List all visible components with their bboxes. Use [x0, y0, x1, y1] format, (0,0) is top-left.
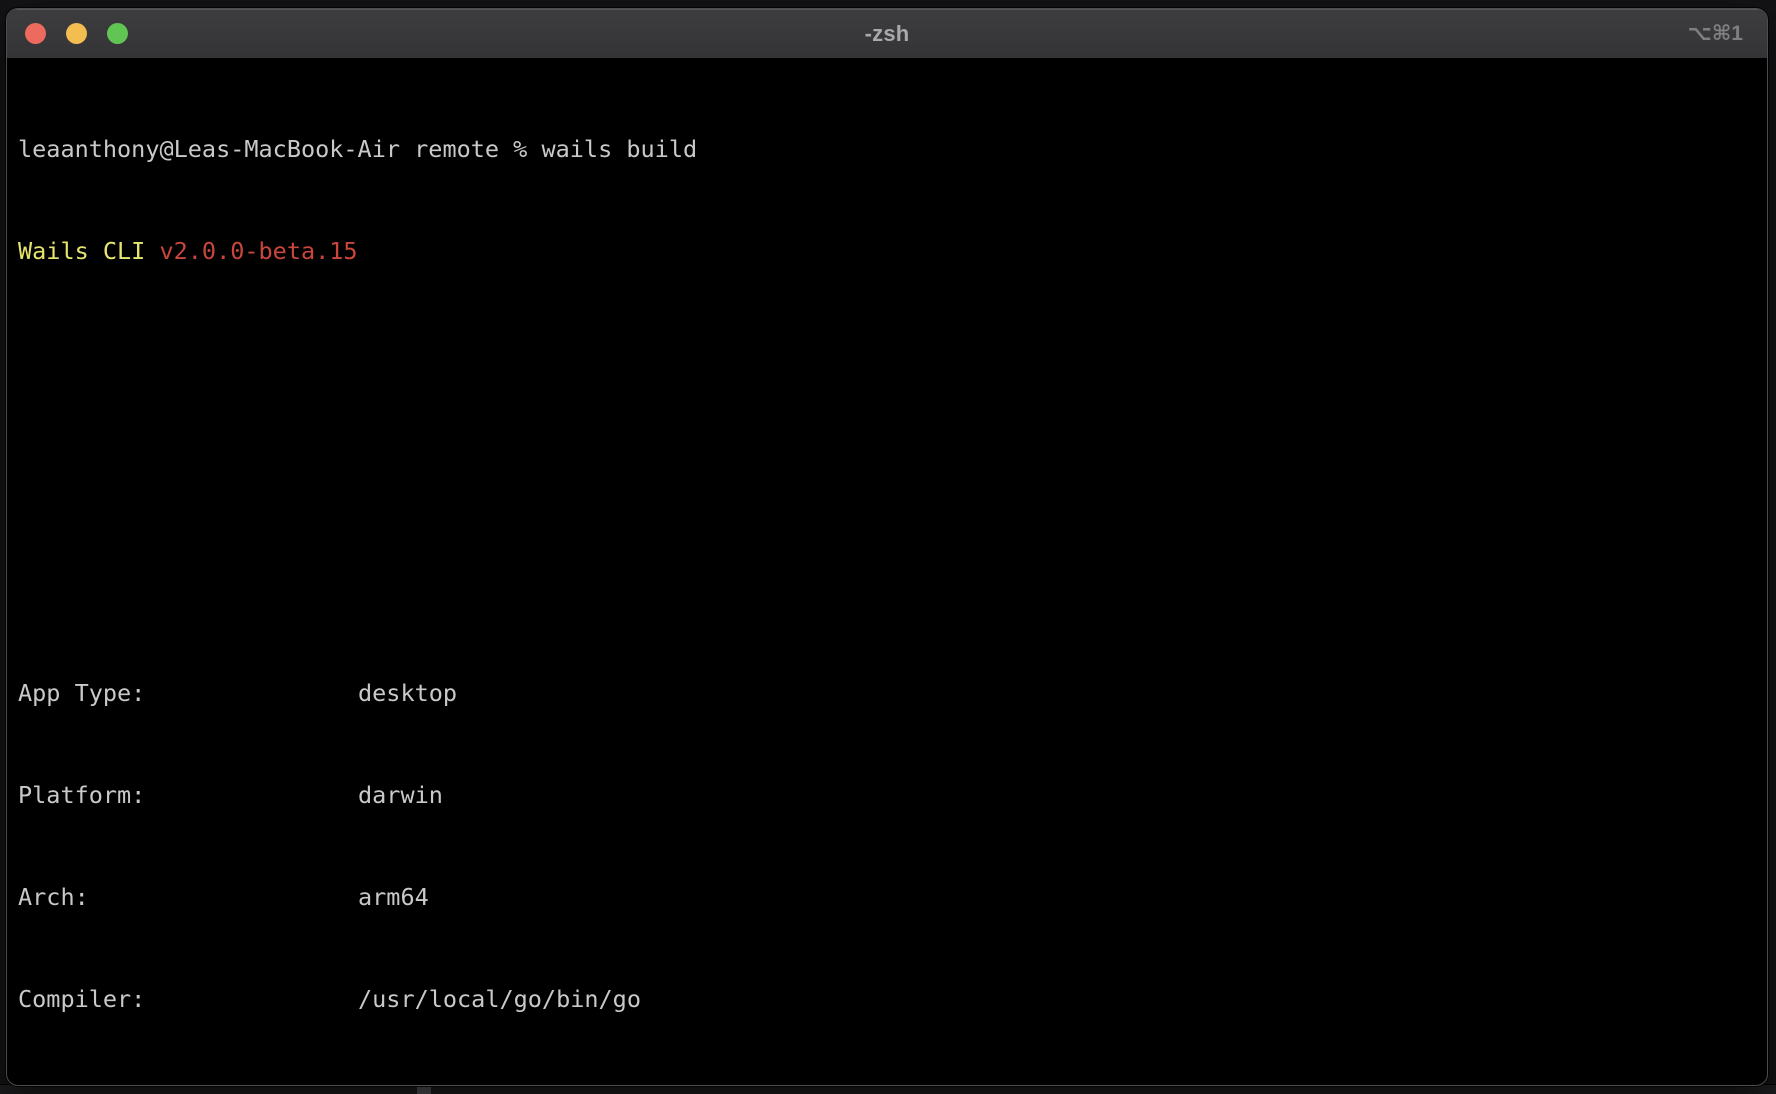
- config-value: desktop: [358, 679, 457, 707]
- traffic-lights: [7, 9, 128, 58]
- window-title: -zsh: [7, 21, 1767, 47]
- zoom-button[interactable]: [107, 23, 128, 44]
- config-label: App Type:: [18, 676, 358, 710]
- config-row: Platform:darwin: [18, 778, 1767, 812]
- config-label: Compiler:: [18, 982, 358, 1016]
- config-row: App Type:desktop: [18, 676, 1767, 710]
- cli-version: v2.0.0-beta.15: [159, 237, 357, 265]
- config-row: Skip Frontend:false: [18, 1084, 1767, 1086]
- close-button[interactable]: [25, 23, 46, 44]
- terminal-content[interactable]: leaanthony@Leas-MacBook-Air remote % wai…: [7, 59, 1767, 1086]
- config-value: /usr/local/go/bin/go: [358, 985, 641, 1013]
- terminal-line-blank: [18, 540, 1767, 574]
- config-row: Compiler:/usr/local/go/bin/go: [18, 982, 1767, 1016]
- config-value: darwin: [358, 781, 443, 809]
- cli-name: Wails CLI: [18, 237, 159, 265]
- config-label: Platform:: [18, 778, 358, 812]
- background-window-notch: [417, 1085, 431, 1094]
- terminal-line-command: leaanthony@Leas-MacBook-Air remote % wai…: [18, 132, 1767, 166]
- config-row: Arch:arm64: [18, 880, 1767, 914]
- minimize-button[interactable]: [66, 23, 87, 44]
- config-value: arm64: [358, 883, 429, 911]
- terminal-window: -zsh ⌥⌘1 leaanthony@Leas-MacBook-Air rem…: [6, 8, 1768, 1086]
- config-label: Skip Frontend:: [18, 1084, 358, 1086]
- terminal-line-blank: [18, 336, 1767, 370]
- window-shortcut-badge: ⌥⌘1: [1688, 9, 1743, 58]
- terminal-line-blank: [18, 438, 1767, 472]
- terminal-line-cli-version: Wails CLI v2.0.0-beta.15: [18, 234, 1767, 268]
- config-label: Arch:: [18, 880, 358, 914]
- titlebar[interactable]: -zsh ⌥⌘1: [7, 9, 1767, 59]
